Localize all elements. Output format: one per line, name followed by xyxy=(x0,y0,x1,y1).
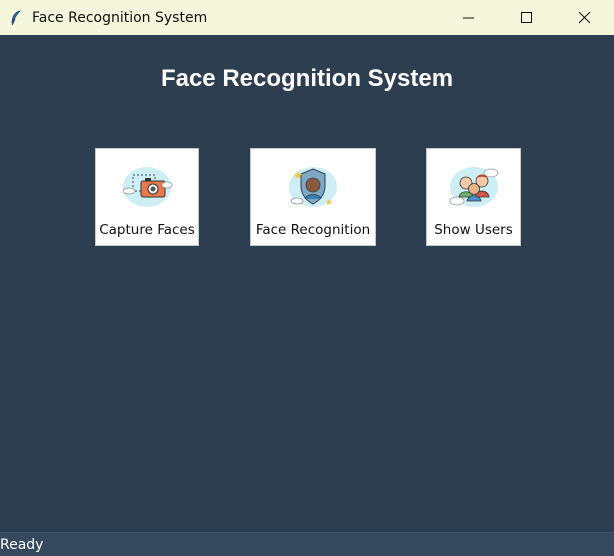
maximize-button[interactable] xyxy=(498,0,556,35)
window-title: Face Recognition System xyxy=(32,9,208,26)
camera-capture-icon xyxy=(122,167,173,207)
main-content: Face Recognition System Capture Faces Fa… xyxy=(0,35,614,532)
page-title: Face Recognition System xyxy=(160,65,454,92)
minimize-icon xyxy=(463,17,474,18)
face-recognition-label: Face Recognition xyxy=(255,222,371,238)
show-users-button[interactable]: Show Users xyxy=(426,148,521,246)
maximize-icon xyxy=(521,11,532,23)
title-bar: Face Recognition System xyxy=(0,0,614,35)
capture-faces-label: Capture Faces xyxy=(99,222,195,238)
face-recognition-button[interactable]: Face Recognition xyxy=(250,148,376,246)
window-controls xyxy=(440,0,614,35)
close-button[interactable] xyxy=(556,0,614,35)
feather-icon xyxy=(8,9,24,26)
close-icon xyxy=(579,11,591,23)
status-bar: Ready xyxy=(0,532,614,556)
minimize-button[interactable] xyxy=(440,0,498,35)
capture-faces-button[interactable]: Capture Faces xyxy=(95,148,199,246)
show-users-label: Show Users xyxy=(434,222,513,238)
users-icon xyxy=(449,167,498,207)
status-text: Ready xyxy=(0,536,44,553)
face-shield-icon xyxy=(289,167,337,207)
